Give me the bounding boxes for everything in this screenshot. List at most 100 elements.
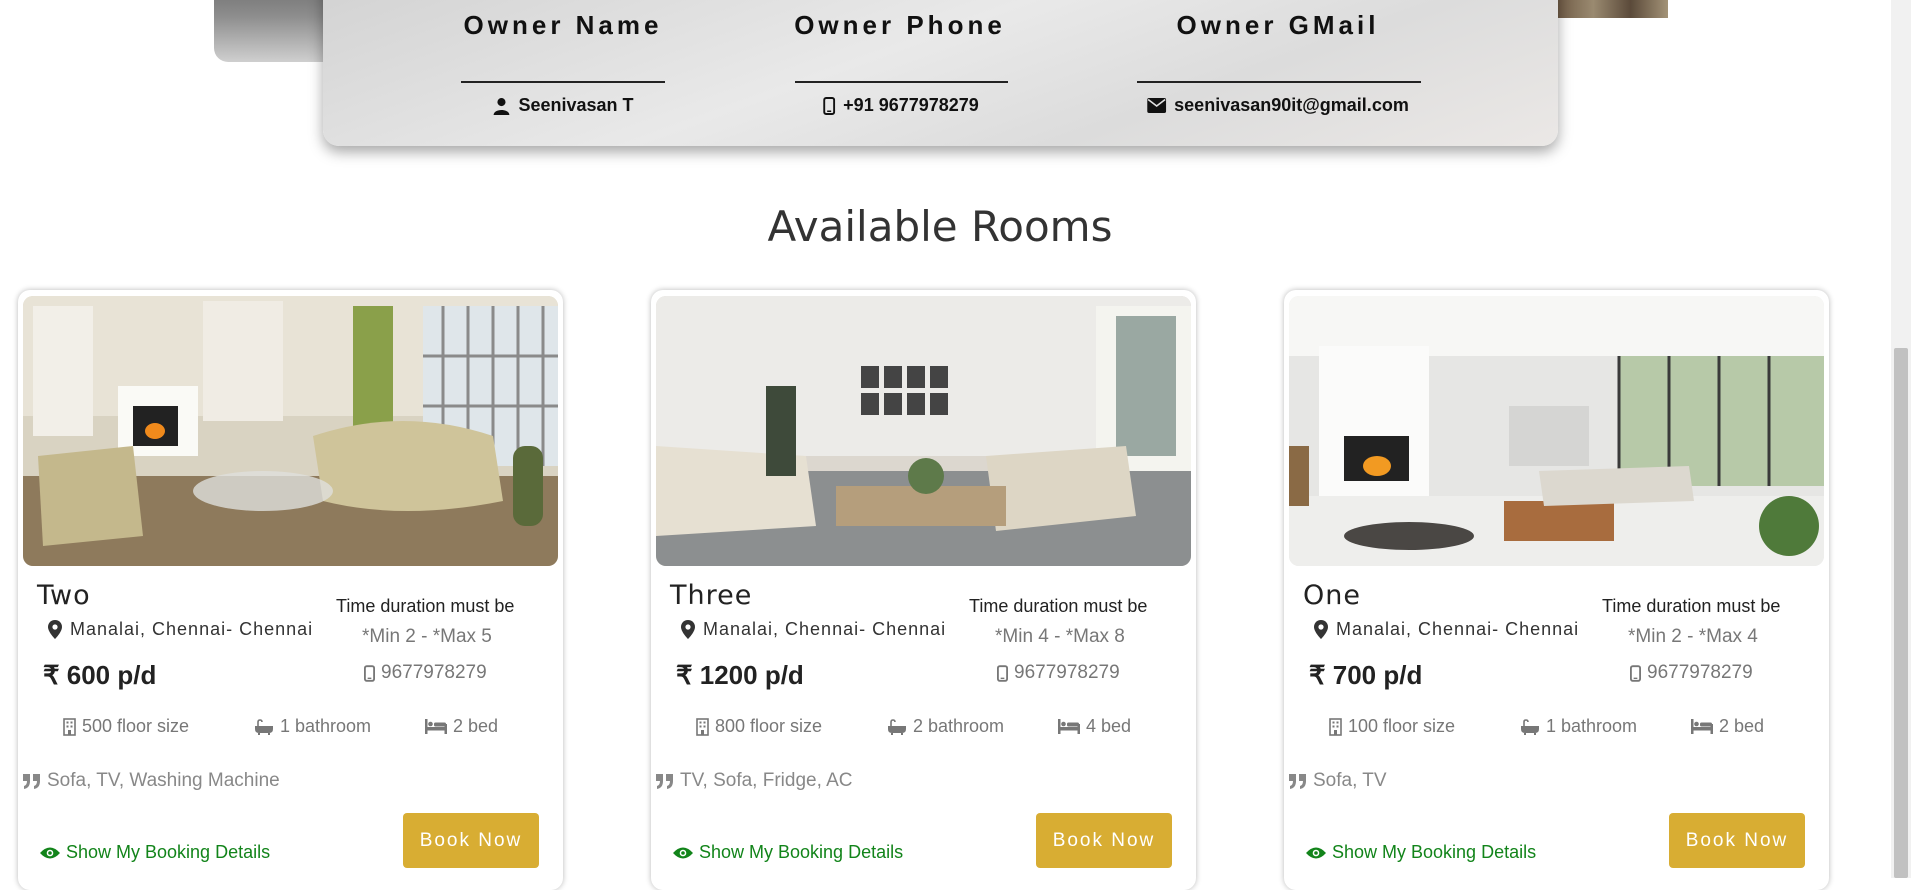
- map-marker-icon: [1314, 620, 1328, 639]
- room-location-text: Manalai, Chennai- Chennai: [1336, 619, 1580, 639]
- room-card: One Manalai, Chennai- Chennai ₹ 700 p/d …: [1284, 290, 1829, 890]
- room-bed: 4 bed: [1058, 716, 1131, 737]
- mobile-icon: [1630, 664, 1641, 682]
- room-location: Manalai, Chennai- Chennai: [681, 619, 946, 640]
- bed-icon: [1058, 719, 1080, 734]
- room-bed-text: 4 bed: [1086, 716, 1132, 736]
- book-now-button[interactable]: Book Now: [403, 813, 539, 868]
- room-floor-size: 800 floor size: [696, 716, 822, 737]
- map-marker-icon: [48, 620, 62, 639]
- owner-phone-divider: [795, 81, 1008, 83]
- room-phone-text: 9677978279: [381, 662, 487, 683]
- owner-name-value: Seenivasan T: [492, 95, 634, 116]
- room-floor-text: 800 floor size: [715, 716, 823, 736]
- room-location: Manalai, Chennai- Chennai: [1314, 619, 1579, 640]
- room-image: [23, 296, 558, 566]
- room-phone: 9677978279: [1630, 662, 1753, 684]
- owner-phone-heading: Owner Phone: [794, 10, 1006, 40]
- bath-icon: [255, 718, 273, 735]
- map-marker-icon: [681, 620, 695, 639]
- owner-name-divider: [461, 81, 665, 83]
- room-bed-text: 2 bed: [1719, 716, 1765, 736]
- duration-title: Time duration must be: [1602, 596, 1781, 616]
- room-name: Three: [670, 580, 753, 611]
- room-amenities-text: TV, Sofa, Fridge, AC: [680, 770, 853, 791]
- owner-phone-value: +91 9677978279: [823, 95, 979, 116]
- owner-gmail-value: seenivasan90it@gmail.com: [1147, 95, 1409, 116]
- room-amenities-text: Sofa, TV, Washing Machine: [47, 770, 280, 791]
- book-now-button[interactable]: Book Now: [1669, 813, 1805, 868]
- room-price: ₹ 1200 p/d: [676, 660, 804, 690]
- bath-icon: [1521, 718, 1539, 735]
- room-phone: 9677978279: [364, 662, 487, 684]
- room-price: ₹ 600 p/d: [43, 660, 157, 690]
- owner-card: Owner Name Owner Phone Owner GMail Seeni…: [323, 0, 1558, 146]
- room-amenities: TV, Sofa, Fridge, AC: [656, 770, 853, 792]
- room-floor-size: 100 floor size: [1329, 716, 1455, 737]
- scrollbar-thumb[interactable]: [1894, 348, 1908, 878]
- room-bathroom: 1 bathroom: [1520, 716, 1637, 737]
- building-icon: [696, 717, 709, 736]
- show-booking-details-link[interactable]: Show My Booking Details: [40, 842, 270, 863]
- room-phone: 9677978279: [997, 662, 1120, 684]
- owner-name-heading: Owner Name: [463, 10, 663, 40]
- room-floor-size: 500 floor size: [63, 716, 189, 737]
- eye-icon: [1306, 847, 1326, 858]
- room-location-text: Manalai, Chennai- Chennai: [70, 619, 314, 639]
- room-bathroom: 1 bathroom: [254, 716, 371, 737]
- book-now-button[interactable]: Book Now: [1036, 813, 1172, 868]
- duration-value: *Min 2 - *Max 5: [362, 626, 492, 647]
- room-bed: 2 bed: [1691, 716, 1764, 737]
- owner-gmail-heading: Owner GMail: [1176, 10, 1380, 40]
- room-bathroom-text: 1 bathroom: [1546, 716, 1638, 736]
- bed-icon: [425, 719, 447, 734]
- show-booking-details-link[interactable]: Show My Booking Details: [1306, 842, 1536, 863]
- duration-title: Time duration must be: [969, 596, 1148, 616]
- duration-title: Time duration must be: [336, 596, 515, 616]
- mobile-icon: [997, 664, 1008, 682]
- show-booking-details-label: Show My Booking Details: [699, 842, 904, 862]
- owner-phone-text: +91 9677978279: [843, 95, 979, 115]
- room-bathroom-text: 1 bathroom: [280, 716, 372, 736]
- section-title: Available Rooms: [767, 202, 1113, 251]
- show-booking-details-label: Show My Booking Details: [1332, 842, 1537, 862]
- owner-gmail-text: seenivasan90it@gmail.com: [1174, 95, 1409, 115]
- user-icon: [493, 97, 510, 115]
- room-card: Three Manalai, Chennai- Chennai ₹ 1200 p…: [651, 290, 1196, 890]
- room-bathroom-text: 2 bathroom: [913, 716, 1005, 736]
- building-icon: [63, 717, 76, 736]
- eye-icon: [673, 847, 693, 858]
- room-price: ₹ 700 p/d: [1309, 660, 1423, 690]
- bath-icon: [888, 718, 906, 735]
- quote-icon: [1289, 773, 1306, 789]
- room-image: [1289, 296, 1824, 566]
- mobile-icon: [823, 96, 836, 115]
- room-location-text: Manalai, Chennai- Chennai: [703, 619, 947, 639]
- envelope-icon: [1147, 98, 1167, 113]
- room-floor-text: 500 floor size: [82, 716, 190, 736]
- room-bathroom: 2 bathroom: [887, 716, 1004, 737]
- room-bed: 2 bed: [425, 716, 498, 737]
- room-card: Two Manalai, Chennai- Chennai ₹ 600 p/d …: [18, 290, 563, 890]
- eye-icon: [40, 847, 60, 858]
- owner-name-text: Seenivasan T: [518, 95, 634, 115]
- room-location: Manalai, Chennai- Chennai: [48, 619, 313, 640]
- show-booking-details-label: Show My Booking Details: [66, 842, 271, 862]
- room-amenities: Sofa, TV: [1289, 770, 1387, 792]
- room-image: [656, 296, 1191, 566]
- room-floor-text: 100 floor size: [1348, 716, 1456, 736]
- building-icon: [1329, 717, 1342, 736]
- quote-icon: [656, 773, 673, 789]
- bed-icon: [1691, 719, 1713, 734]
- room-phone-text: 9677978279: [1647, 662, 1753, 683]
- quote-icon: [23, 773, 40, 789]
- duration-value: *Min 2 - *Max 4: [1628, 626, 1758, 647]
- page-scrollbar[interactable]: [1891, 0, 1911, 878]
- room-amenities: Sofa, TV, Washing Machine: [23, 770, 280, 792]
- duration-value: *Min 4 - *Max 8: [995, 626, 1125, 647]
- owner-gmail-divider: [1137, 81, 1421, 83]
- show-booking-details-link[interactable]: Show My Booking Details: [673, 842, 903, 863]
- mobile-icon: [364, 664, 375, 682]
- room-phone-text: 9677978279: [1014, 662, 1120, 683]
- room-name: One: [1303, 580, 1361, 611]
